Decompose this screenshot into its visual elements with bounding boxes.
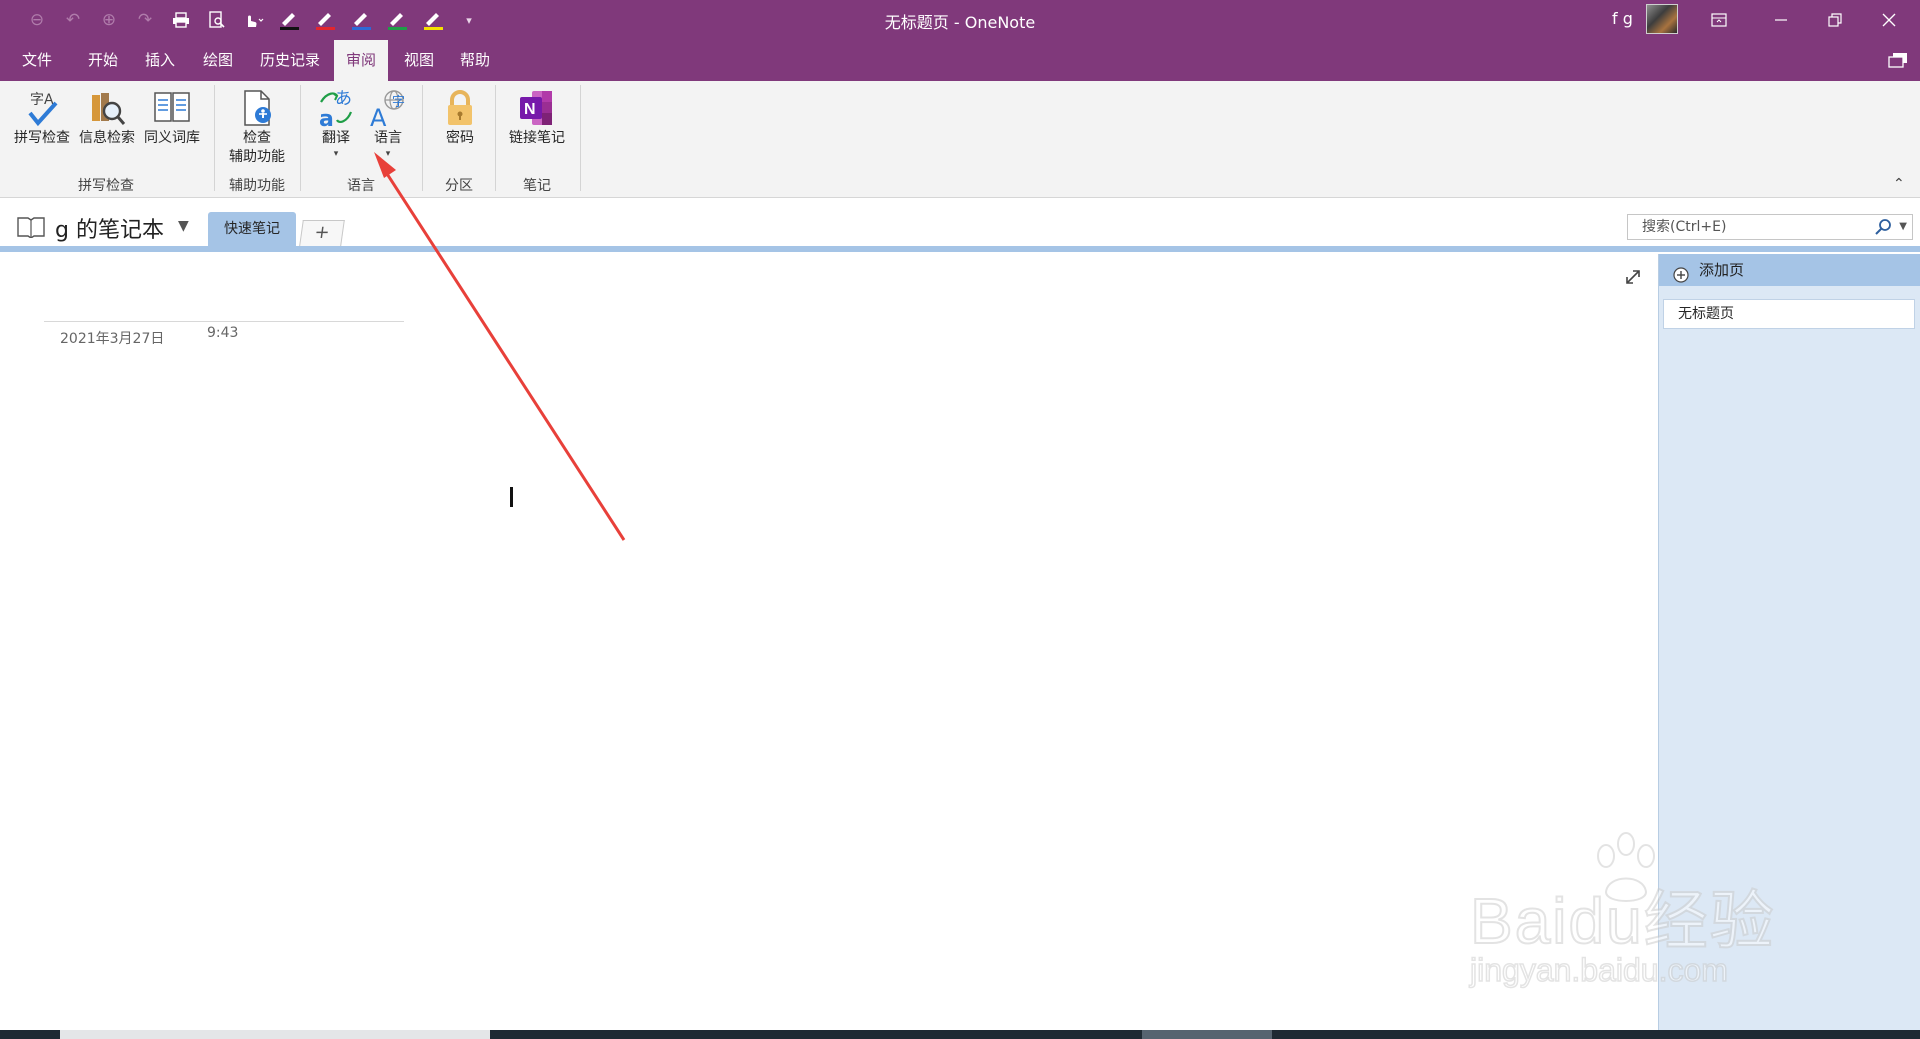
feedback-icon[interactable]	[1888, 52, 1908, 70]
language-button[interactable]: 字A 语言 ▾	[362, 87, 414, 160]
tab-review[interactable]: 审阅	[334, 40, 388, 81]
touch-mode-icon[interactable]	[236, 6, 270, 34]
yellow-highlighter-icon[interactable]	[416, 6, 450, 34]
page-date: 2021年3月27日	[60, 331, 165, 347]
onenote-icon: N	[517, 87, 557, 129]
svg-text:あ: あ	[335, 89, 352, 109]
group-label-language: 语言	[347, 178, 375, 194]
search-icon[interactable]	[1874, 218, 1892, 244]
page-canvas[interactable]: 2021年3月27日 9:43	[0, 254, 1658, 1030]
search-placeholder: 搜索(Ctrl+E)	[1642, 219, 1727, 235]
tab-home[interactable]: 开始	[74, 40, 132, 81]
tab-view[interactable]: 视图	[392, 40, 446, 81]
notebook-dropdown-icon[interactable]: ▼	[178, 218, 189, 234]
watermark-url: jingyan.baidu.com	[1469, 951, 1728, 989]
add-page-button[interactable]: 添加页	[1659, 254, 1920, 286]
print-icon[interactable]	[164, 6, 198, 34]
red-pen-icon[interactable]	[308, 6, 342, 34]
forward-icon[interactable]: ⊕	[92, 6, 126, 34]
group-divider	[300, 85, 301, 191]
add-page-label: 添加页	[1699, 261, 1745, 279]
accessibility-check-icon	[237, 87, 277, 129]
svg-text:a: a	[319, 107, 334, 128]
avatar[interactable]	[1646, 4, 1678, 34]
language-dropdown-icon[interactable]: ▾	[386, 148, 391, 160]
taskbar-app-active[interactable]	[1142, 1030, 1272, 1039]
spell-check-icon: 字A	[22, 87, 62, 129]
language-icon: 字A	[368, 87, 408, 129]
black-pen-icon[interactable]	[272, 6, 306, 34]
notebook-name[interactable]: g 的笔记本	[55, 212, 164, 244]
search-input[interactable]: 搜索(Ctrl+E) ▼	[1627, 214, 1913, 240]
minimize-icon[interactable]	[1750, 0, 1812, 40]
research-icon	[87, 87, 127, 129]
page-list-item[interactable]: 无标题页	[1663, 299, 1915, 329]
group-label-notes: 笔记	[523, 178, 551, 194]
taskbar-search[interactable]	[60, 1030, 490, 1039]
plus-circle-icon	[1673, 262, 1689, 294]
tab-insert[interactable]: 插入	[132, 40, 188, 81]
text-cursor	[510, 487, 513, 507]
undo-icon[interactable]: ↶	[56, 6, 90, 34]
section-tab-quick-notes[interactable]: 快速笔记	[208, 212, 296, 246]
quick-access-toolbar: ⊖ ↶ ⊕ ↷ ▾	[20, 6, 486, 34]
tab-history[interactable]: 历史记录	[250, 40, 330, 81]
translate-button[interactable]: あa 翻译 ▾	[310, 87, 362, 160]
customize-toolbar-icon[interactable]: ▾	[452, 6, 486, 34]
svg-text:字: 字	[392, 95, 405, 110]
thesaurus-button[interactable]: 同义词库	[141, 87, 203, 148]
redo-icon[interactable]: ↷	[128, 6, 162, 34]
group-divider	[214, 85, 215, 191]
back-icon[interactable]: ⊖	[20, 6, 54, 34]
search-scope-dropdown-icon[interactable]: ▼	[1899, 215, 1907, 239]
notebook-bar: g 的笔记本 ▼ 快速笔记 + 搜索(Ctrl+E) ▼	[0, 198, 1920, 252]
tab-draw[interactable]: 绘图	[190, 40, 246, 81]
tab-help[interactable]: 帮助	[448, 40, 502, 81]
page-title-underline	[44, 321, 404, 322]
research-button[interactable]: 信息检索	[76, 87, 138, 148]
group-label-section: 分区	[445, 178, 473, 194]
collapse-ribbon-icon[interactable]: ⌃	[1893, 176, 1905, 192]
notebook-icon[interactable]	[16, 216, 46, 242]
blue-pen-icon[interactable]	[344, 6, 378, 34]
ribbon-display-options-icon[interactable]	[1688, 0, 1750, 40]
linked-notes-button[interactable]: N 链接笔记	[504, 87, 570, 148]
close-icon[interactable]	[1858, 0, 1920, 40]
page-time: 9:43	[207, 325, 239, 341]
group-divider	[495, 85, 496, 191]
group-label-spelling: 拼写检查	[78, 178, 134, 194]
tab-file[interactable]: 文件	[8, 40, 66, 81]
check-accessibility-button[interactable]: 检查 辅助功能	[220, 87, 294, 167]
thesaurus-icon	[152, 87, 192, 129]
section-color-bar	[0, 246, 1920, 252]
translate-icon: あa	[316, 87, 356, 129]
ribbon-tabs: 文件 开始 插入 绘图 历史记录 审阅 视图 帮助	[0, 40, 1920, 81]
taskbar	[0, 1030, 1920, 1039]
title-bar: ⊖ ↶ ⊕ ↷ ▾ 无标题页 - OneNote f g	[0, 0, 1920, 40]
user-name[interactable]: f g	[1612, 9, 1633, 28]
group-label-accessibility: 辅助功能	[229, 178, 285, 194]
spell-check-button[interactable]: 字A 拼写检查	[10, 87, 74, 148]
add-section-button[interactable]: +	[299, 220, 345, 246]
ribbon: 字A 拼写检查 信息检索 同义词库 拼写检查 检查 辅助功能 辅助功能 あa 翻…	[0, 81, 1920, 198]
svg-text:字A: 字A	[30, 92, 54, 108]
group-divider	[422, 85, 423, 191]
watermark: Baidu经验 jingyan.baidu.com	[1469, 830, 1830, 1010]
group-divider	[580, 85, 581, 191]
full-page-view-icon[interactable]	[1624, 268, 1642, 290]
svg-text:A: A	[370, 104, 387, 128]
watermark-brand: Baidu经验	[1469, 884, 1776, 958]
translate-dropdown-icon[interactable]: ▾	[334, 148, 339, 160]
svg-text:N: N	[524, 101, 536, 118]
password-button[interactable]: 密码	[430, 87, 490, 148]
restore-icon[interactable]	[1804, 0, 1866, 40]
lock-icon	[440, 87, 480, 129]
print-preview-icon[interactable]	[200, 6, 234, 34]
green-pen-icon[interactable]	[380, 6, 414, 34]
